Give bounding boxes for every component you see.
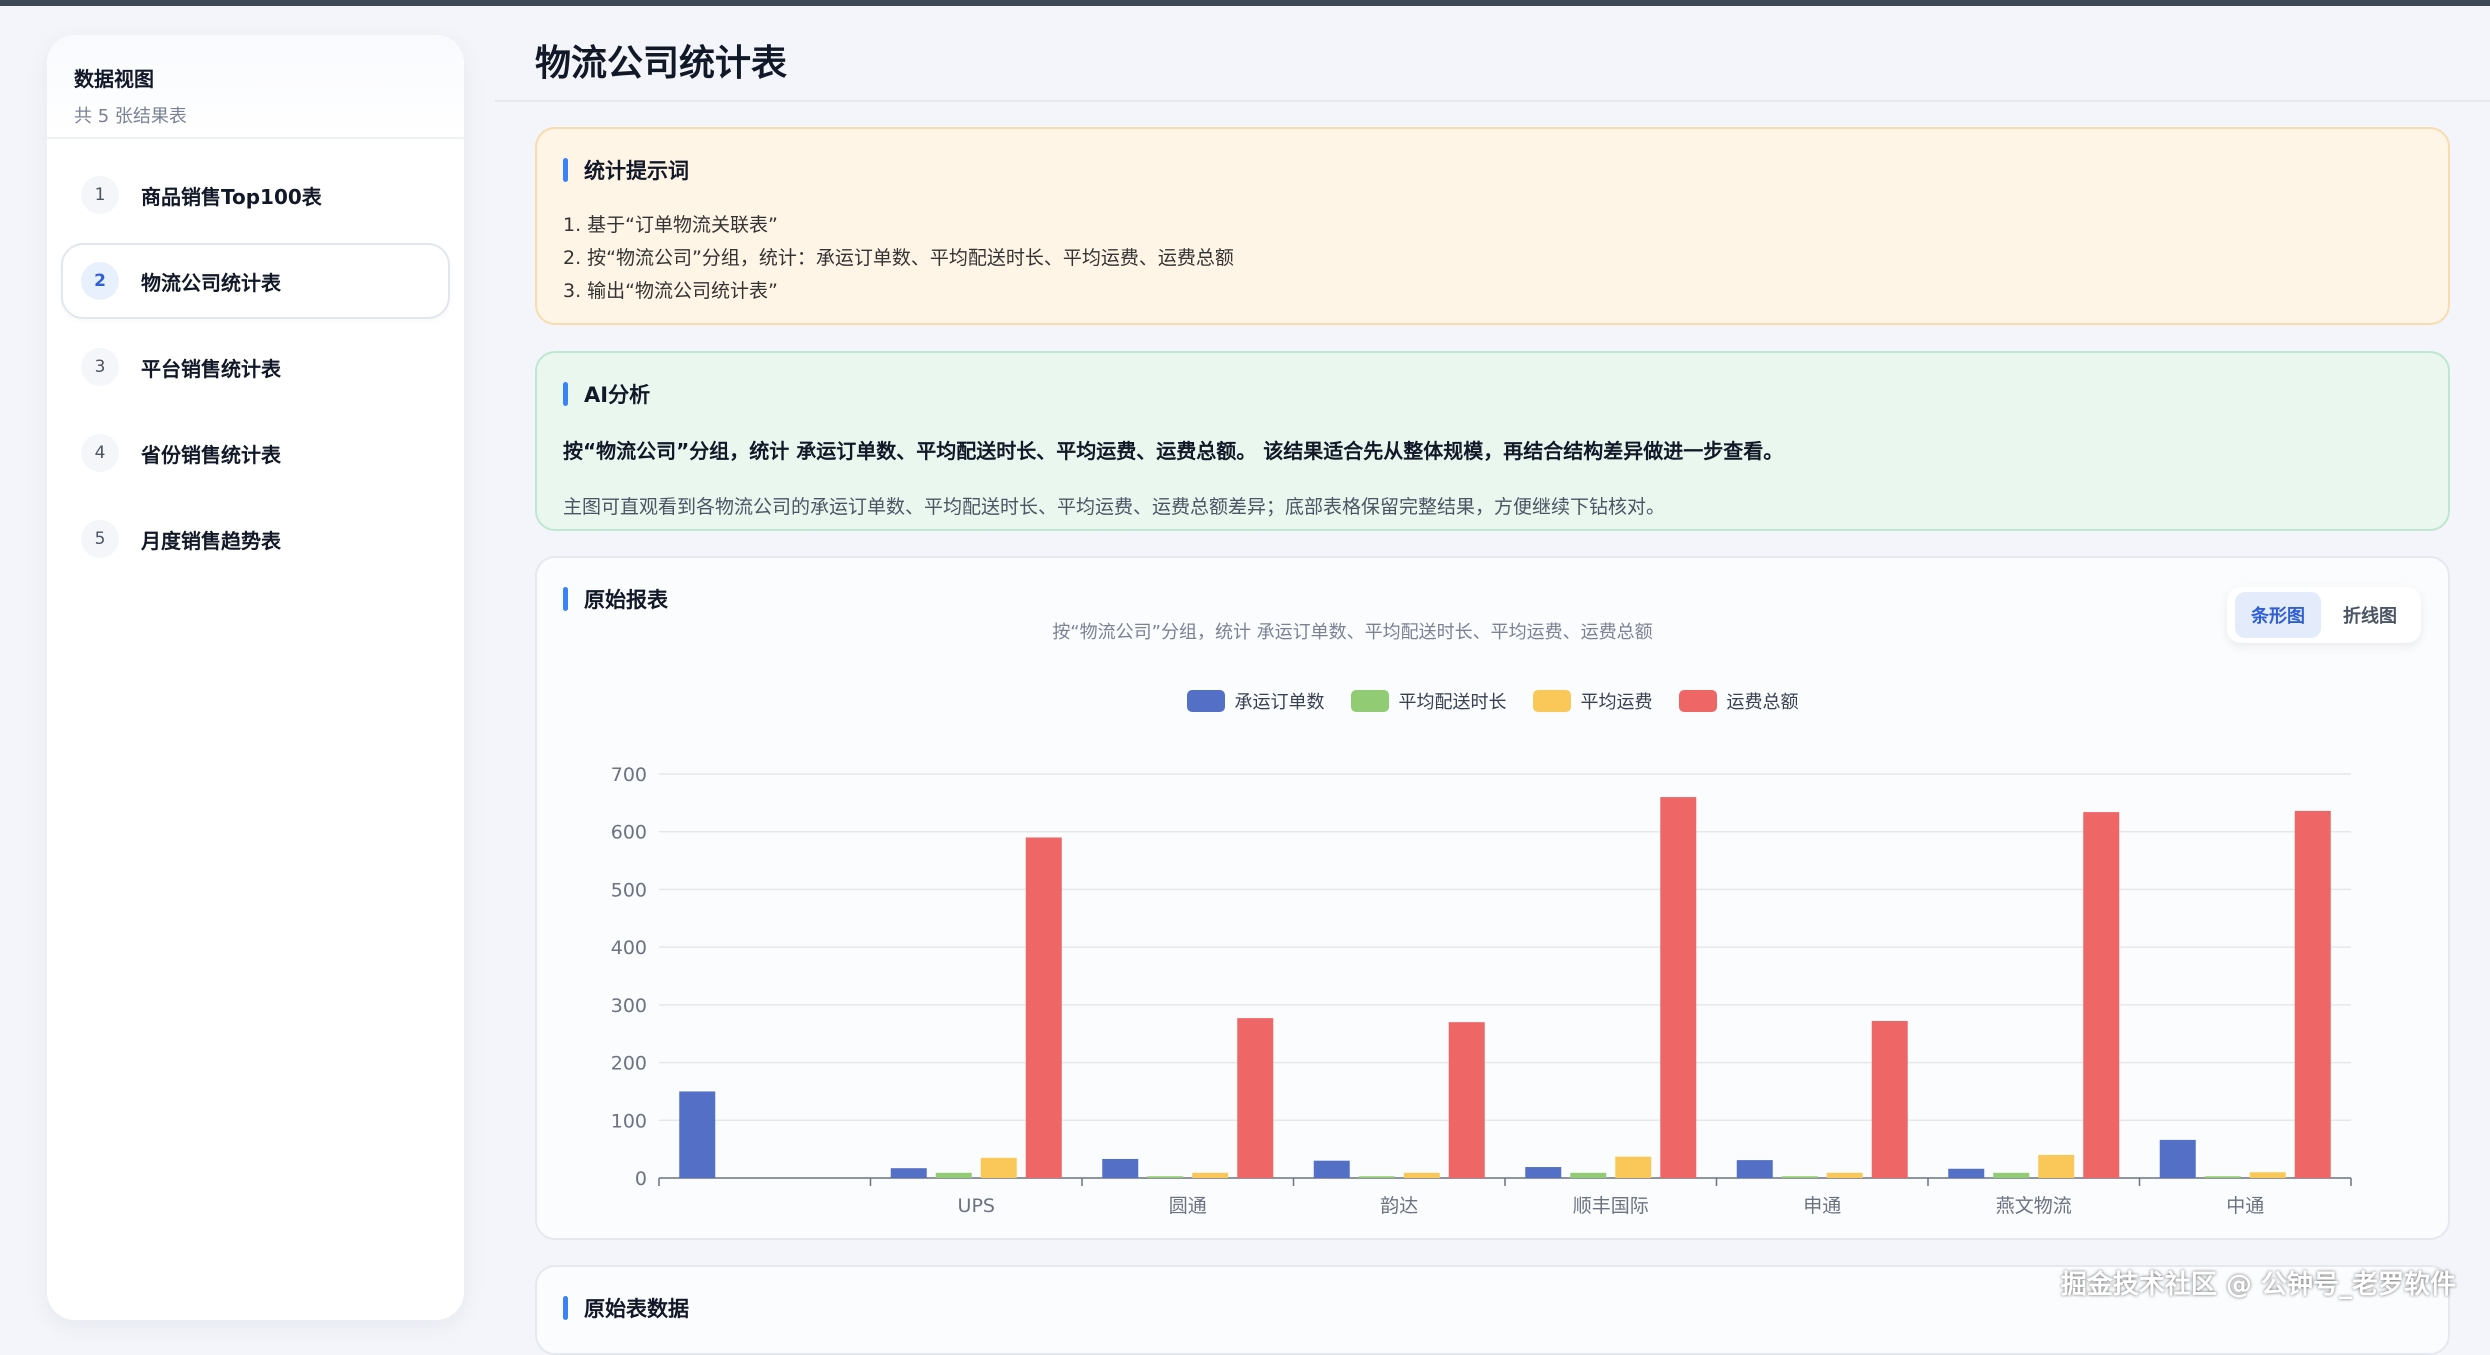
ai-analysis-summary: 按“物流公司”分组，统计 承运订单数、平均配送时长、平均运费、运费总额。 该结果… [563, 439, 1784, 463]
sidebar-item-logistics[interactable]: 2 物流公司统计表 [61, 243, 450, 319]
watermark: 掘金技术社区 @ 公钟号_老罗软件 [2060, 1270, 2456, 1300]
y-tick-label: 700 [611, 764, 647, 786]
x-category-label: 中通 [2226, 1195, 2264, 1217]
bar-1 [679, 1091, 716, 1178]
bar-1 [1102, 1158, 1139, 1178]
sidebar-item-label: 商品销售Top100表 [141, 184, 322, 209]
y-tick-label: 0 [635, 1168, 647, 1190]
sidebar-item-monthly[interactable]: 5 月度销售趋势表 [61, 501, 450, 577]
x-category-label: 韵达 [1380, 1195, 1418, 1217]
sidebar-item-product-top100[interactable]: 1 商品销售Top100表 [61, 157, 450, 233]
prompt-card: 统计提示词 1. 基于“订单物流关联表” 2. 按“物流公司”分组，统计：承运订… [535, 127, 2450, 325]
sidebar-item-number: 5 [81, 520, 119, 558]
sidebar-item-province[interactable]: 4 省份销售统计表 [61, 415, 450, 491]
report-card: 0 100 200 300 400 500 600 700 UPS 圆通 韵达 顺丰国际 申通 燕文物流 中… [535, 556, 2450, 1240]
sidebar-list: 1 商品销售Top100表 2 物流公司统计表 3 平台销售统计表 4 省份销售… [47, 139, 464, 605]
legend-label: 运费总额 [1726, 692, 1799, 713]
sidebar-item-label: 省份销售统计表 [141, 442, 281, 467]
bar-2 [1147, 1176, 1184, 1178]
bar-4 [1871, 1021, 1908, 1178]
legend-item[interactable]: 平均运费 [1532, 688, 1653, 714]
bar-1 [1525, 1167, 1562, 1178]
bar-3 [2249, 1172, 2286, 1178]
legend-item[interactable]: 承运订单数 [1186, 688, 1325, 714]
bar-chart: 0 100 200 300 400 500 600 700 UPS 圆通 韵达 顺丰国际 申通 燕文物流 中… [611, 764, 2352, 1217]
ai-analysis-title: AI分析 [563, 379, 2422, 409]
y-tick-label: 200 [611, 1053, 647, 1075]
sidebar-item-number: 3 [81, 348, 119, 386]
bar-3 [1192, 1172, 1229, 1178]
ai-analysis-detail: 主图可直观看到各物流公司的承运订单数、平均配送时长、平均运费、运费总额差异；底部… [563, 496, 1666, 518]
bar-3 [2038, 1154, 2075, 1178]
prompt-card-title: 统计提示词 [563, 155, 2422, 185]
bar-2 [1781, 1176, 1818, 1178]
legend-swatch [1350, 690, 1389, 712]
prompt-line: 2. 按“物流公司”分组，统计：承运订单数、平均配送时长、平均运费、运费总额 [563, 247, 1234, 269]
legend-swatch [1186, 690, 1225, 712]
bar-2 [1993, 1172, 2030, 1178]
x-category-label: UPS [958, 1195, 995, 1217]
sidebar: 数据视图 共 5 张结果表 1 商品销售Top100表 2 物流公司统计表 3 … [47, 35, 464, 1320]
bar-4 [1448, 1022, 1485, 1178]
legend-swatch [1532, 690, 1571, 712]
sidebar-title: 数据视图 [74, 67, 154, 91]
legend-label: 平均运费 [1580, 692, 1653, 713]
legend-item[interactable]: 平均配送时长 [1350, 688, 1507, 714]
sidebar-item-number: 1 [81, 176, 119, 214]
header-divider [495, 100, 2490, 102]
bar-1 [1313, 1160, 1350, 1178]
legend-swatch [1678, 690, 1717, 712]
x-category-label: 申通 [1803, 1195, 1841, 1217]
x-category-label: 燕文物流 [1996, 1195, 2072, 1217]
legend-label: 平均配送时长 [1398, 692, 1507, 713]
line-chart-toggle[interactable]: 折线图 [2327, 592, 2413, 638]
sidebar-header: 数据视图 共 5 张结果表 [47, 35, 464, 139]
sidebar-item-platform[interactable]: 3 平台销售统计表 [61, 329, 450, 405]
bar-1 [1736, 1160, 1773, 1178]
y-tick-label: 500 [611, 879, 647, 901]
bar-2 [935, 1172, 972, 1178]
bar-3 [1826, 1172, 1863, 1178]
bar-2 [1570, 1172, 1607, 1178]
sidebar-item-number: 4 [81, 434, 119, 472]
prompt-line: 3. 输出“物流公司统计表” [563, 280, 778, 302]
bar-1 [890, 1168, 927, 1178]
bar-3 [980, 1157, 1017, 1178]
y-tick-label: 300 [611, 995, 647, 1017]
chart-legend: 承运订单数 平均配送时长 平均运费 运费总额 [537, 688, 2448, 714]
bar-3 [1615, 1156, 1652, 1178]
legend-label: 承运订单数 [1234, 692, 1325, 713]
ai-analysis-card: AI分析 按“物流公司”分组，统计 承运订单数、平均配送时长、平均运费、运费总额… [535, 351, 2450, 531]
page-title: 物流公司统计表 [535, 43, 788, 84]
bar-1 [1948, 1168, 1985, 1178]
bar-4 [2294, 810, 2331, 1178]
bar-4 [2083, 812, 2120, 1178]
bar-2 [1358, 1176, 1395, 1178]
y-tick-label: 100 [611, 1110, 647, 1132]
bar-chart-toggle[interactable]: 条形图 [2235, 592, 2321, 638]
bar-4 [1025, 837, 1062, 1178]
y-tick-label: 600 [611, 822, 647, 844]
chart-type-switch: 条形图 折线图 [2227, 587, 2421, 643]
sidebar-item-label: 物流公司统计表 [141, 270, 281, 295]
bar-1 [2159, 1139, 2196, 1178]
chart-subtitle: 按“物流公司”分组，统计 承运订单数、平均配送时长、平均运费、运费总额 [1052, 622, 1653, 643]
prompt-list: 1. 基于“订单物流关联表” 2. 按“物流公司”分组，统计：承运订单数、平均配… [563, 209, 2422, 308]
prompt-line: 1. 基于“订单物流关联表” [563, 214, 778, 236]
x-category-label: 圆通 [1169, 1195, 1207, 1217]
sidebar-subtitle: 共 5 张结果表 [74, 106, 187, 127]
sidebar-item-label: 平台销售统计表 [141, 356, 281, 381]
report-title: 原始报表 [563, 584, 2422, 614]
legend-item[interactable]: 运费总额 [1678, 688, 1799, 714]
sidebar-item-number: 2 [81, 262, 119, 300]
bar-4 [1237, 1018, 1274, 1178]
bar-2 [2204, 1176, 2241, 1178]
y-tick-label: 400 [611, 937, 647, 959]
bar-3 [1403, 1172, 1440, 1178]
bar-4 [1660, 797, 1697, 1178]
window-top-border [0, 0, 2490, 6]
x-category-label: 顺丰国际 [1573, 1195, 1649, 1217]
sidebar-item-label: 月度销售趋势表 [141, 528, 281, 553]
